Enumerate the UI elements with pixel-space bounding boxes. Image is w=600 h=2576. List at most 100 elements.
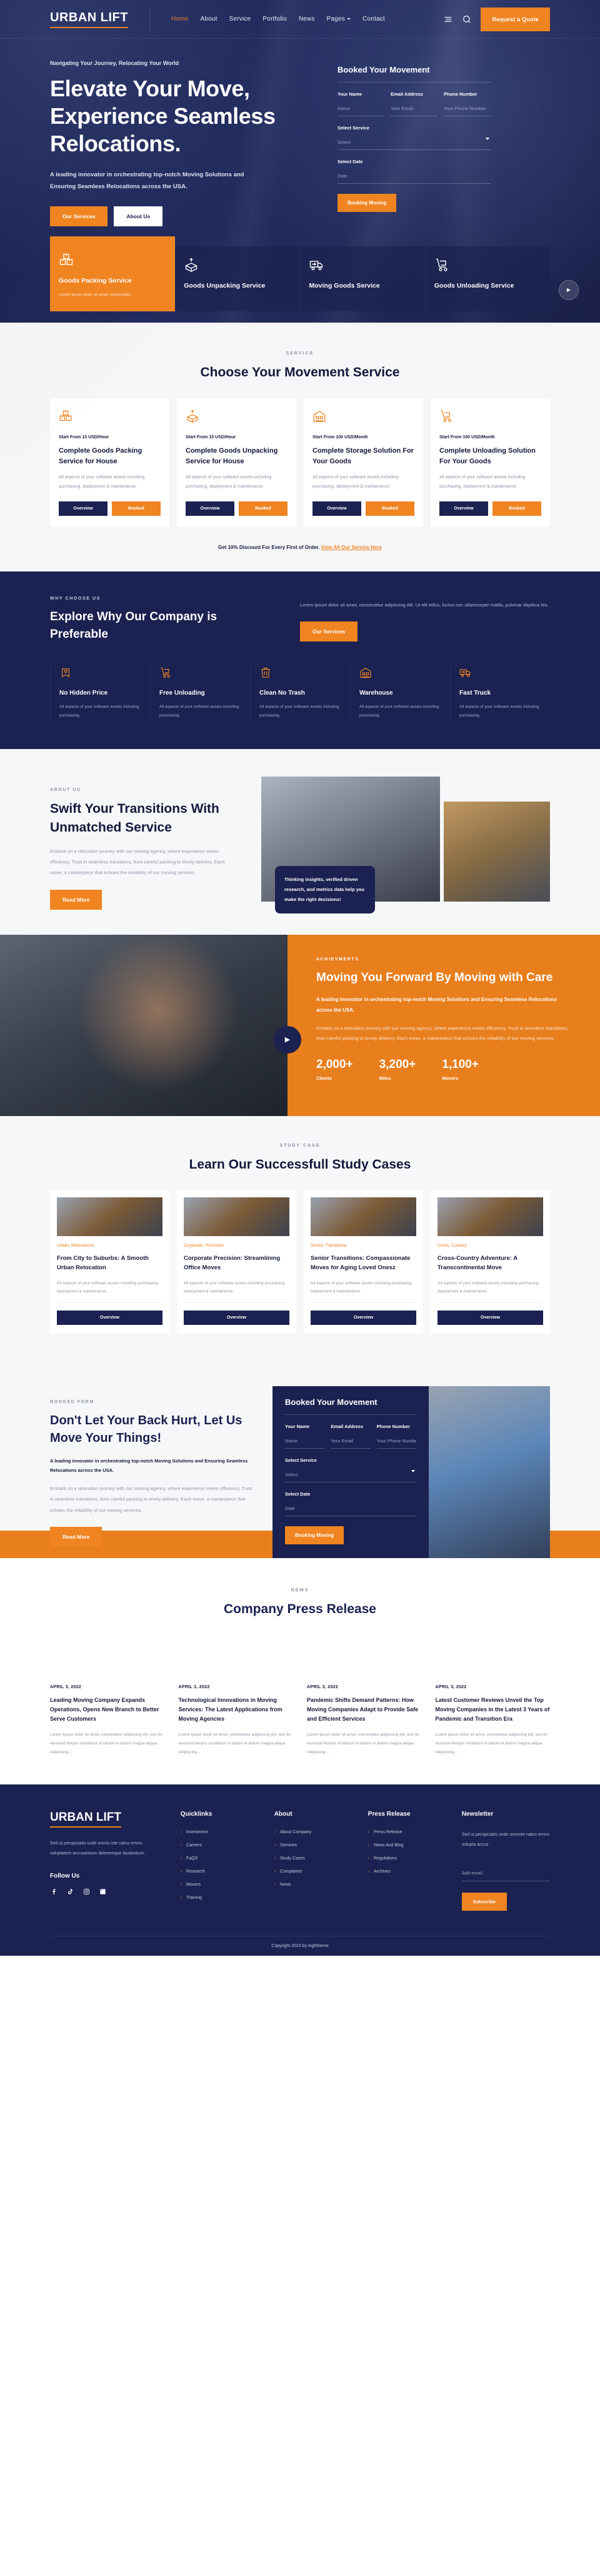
case-title: Cross-Country Adventure: A Transcontinen… [438, 1255, 518, 1272]
email-input[interactable] [391, 104, 438, 116]
footer-link[interactable]: › Movers [181, 1883, 256, 1887]
footer-link[interactable]: › News [274, 1883, 349, 1887]
footer-link[interactable]: › Complaints [274, 1869, 349, 1874]
footer-link[interactable]: › Services [274, 1843, 349, 1848]
hero-title: Elevate Your Move, Experience Seamless R… [50, 76, 276, 156]
case-overview-button[interactable]: Overview [57, 1310, 162, 1325]
footer-link[interactable]: › Careers [181, 1843, 256, 1848]
cta-service-select[interactable] [285, 1469, 416, 1482]
nav-item-news[interactable]: News [299, 16, 315, 23]
case-overview-button[interactable]: Overview [311, 1310, 416, 1325]
service-tab-3[interactable]: Goods Unloading Service [425, 246, 550, 311]
overview-button[interactable]: Overview [59, 501, 108, 516]
about-media: Thinking insights, verified driven resea… [261, 777, 550, 913]
case-overview-button[interactable]: Overview [184, 1310, 289, 1325]
overview-button[interactable]: Overview [312, 501, 361, 516]
hamburger-icon[interactable] [443, 14, 453, 24]
footer-link-columns: Quicklinks › Investment › Careers › FaQS › Rese… [181, 1811, 443, 1911]
about-read-more-button[interactable]: Read More [50, 889, 102, 910]
footer-link[interactable]: › FaQS [181, 1856, 256, 1861]
case-desc: All aspects of your software assets incl… [311, 1279, 416, 1303]
overview-button[interactable]: Overview [439, 501, 488, 516]
discount-text: Get 10% Discount For Every First of Orde… [218, 544, 320, 550]
play-icon[interactable]: ▶ [274, 1025, 301, 1054]
cases-grid: Urban, Relocations From City to Suburbs:… [50, 1190, 550, 1334]
news-date: APRIL 3, 2022 [435, 1685, 467, 1690]
feature-item: No Hidden Price All aspects of your soft… [50, 666, 150, 721]
overview-button[interactable]: Overview [186, 501, 234, 516]
newsletter-email-input[interactable] [461, 1867, 550, 1881]
news-title[interactable]: Pandemic Shifts Demand Patterns: How Mov… [307, 1696, 422, 1724]
request-quote-button[interactable]: Request a Quote [481, 7, 550, 31]
footer-link[interactable]: › About Company [274, 1830, 349, 1834]
footer-link[interactable]: › Regulations [368, 1856, 443, 1861]
view-all-services-link[interactable]: View All Our Service Here [321, 545, 382, 550]
service-tab-0[interactable]: Goods Packing Service Lorem ipsum dolor … [50, 236, 176, 311]
cta-form-divider [285, 1414, 416, 1415]
cta-email-input[interactable] [331, 1436, 371, 1449]
case-image [311, 1197, 416, 1237]
service-card-price: Start From 100 USD/Month [312, 435, 368, 440]
nav-item-portfolio[interactable]: Portfolio [262, 16, 287, 23]
news-title[interactable]: Latest Customer Reviews Unveil the Top M… [436, 1696, 551, 1724]
site-logo[interactable]: URBAN LIFT [50, 11, 128, 28]
facebook-icon[interactable] [50, 1888, 58, 1896]
nav-item-pages[interactable]: Pages [327, 16, 351, 23]
booked-button[interactable]: Booked [239, 501, 288, 516]
feature-desc: All aspects of your software assets incl… [159, 704, 239, 718]
cta-phone-group: Phone Number [376, 1424, 416, 1449]
booked-button[interactable]: Booked [492, 501, 541, 516]
cta-booking-submit-button[interactable]: Booking Moving [285, 1526, 344, 1544]
linkedin-icon[interactable] [99, 1888, 106, 1896]
stat-label: Movers [442, 1075, 459, 1081]
services-section: SERVICE Choose Your Movement Service Sta… [0, 322, 600, 571]
nav-item-contact[interactable]: Contact [362, 16, 385, 23]
subscribe-button[interactable]: Subscribe [461, 1892, 507, 1911]
case-overview-button[interactable]: Overview [438, 1310, 543, 1325]
footer-logo[interactable]: URBAN LIFT [50, 1811, 121, 1828]
about-us-button[interactable]: About Us [114, 206, 163, 226]
service-tab-1[interactable]: Goods Unpacking Service [175, 246, 301, 311]
cta-read-more-button[interactable]: Read More [50, 1526, 102, 1547]
nav-item-about[interactable]: About [200, 16, 217, 23]
footer-brand: URBAN LIFT Sed ut perspiciatis unde omni… [50, 1811, 162, 1911]
cta-phone-input[interactable] [376, 1436, 416, 1449]
hand-truck-icon [439, 410, 541, 426]
cta-date-input[interactable] [285, 1503, 416, 1516]
feature-desc: All aspects of your software assets incl… [359, 704, 439, 718]
cta-service-select-wrap[interactable] [285, 1468, 416, 1482]
footer-link[interactable]: › Investment [181, 1830, 256, 1834]
name-field-group: Your Name [338, 91, 384, 116]
instagram-icon[interactable] [82, 1888, 90, 1896]
booking-submit-button[interactable]: Booking Moving [338, 194, 397, 212]
news-title[interactable]: Leading Moving Company Expands Operation… [50, 1696, 165, 1724]
service-tab-label: Goods Packing Service [59, 276, 132, 284]
booked-button[interactable]: Booked [112, 501, 161, 516]
service-card-title: Complete Storage Solution For Your Goods [312, 447, 414, 465]
service-select[interactable] [338, 138, 491, 150]
search-icon[interactable] [462, 14, 472, 24]
service-select-wrap[interactable] [338, 136, 491, 150]
nav-item-home[interactable]: Home [171, 16, 188, 23]
hero-next-arrow[interactable]: ▶ [559, 279, 579, 300]
chevron-down-icon [347, 18, 351, 20]
news-title[interactable]: Technological Innovations in Moving Serv… [179, 1696, 294, 1724]
phone-input[interactable] [444, 104, 491, 116]
date-input[interactable] [338, 171, 491, 184]
footer-link[interactable]: › News And Blog [368, 1843, 443, 1848]
footer-link[interactable]: › Press Release [368, 1830, 443, 1834]
footer-link[interactable]: › Training [181, 1896, 256, 1900]
footer-link[interactable]: › Archives [368, 1869, 443, 1874]
name-input[interactable] [338, 104, 384, 116]
nav-item-service[interactable]: Service [229, 16, 251, 23]
price-tag-icon [59, 667, 141, 682]
tiktok-icon[interactable] [66, 1888, 74, 1896]
booked-button[interactable]: Booked [366, 501, 414, 516]
footer-column: About › About Company › Services › Study Case… [274, 1811, 349, 1911]
service-tab-2[interactable]: Moving Goods Service [300, 246, 426, 311]
cta-name-input[interactable] [285, 1436, 325, 1449]
our-services-button[interactable]: Our Services [50, 206, 108, 226]
why-services-button[interactable]: Our Services [300, 621, 358, 642]
footer-link[interactable]: › Research [181, 1869, 256, 1874]
footer-link[interactable]: › Study Cases [274, 1856, 349, 1861]
